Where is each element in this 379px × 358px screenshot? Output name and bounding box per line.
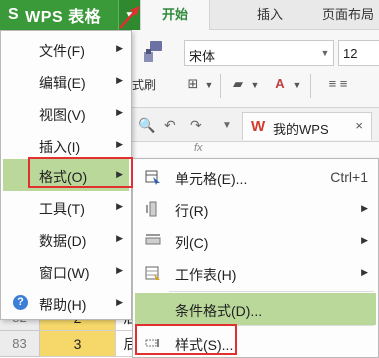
cell-format-icon [145, 170, 160, 185]
font-color-icon[interactable]: A [270, 76, 290, 94]
submenu-arrow-icon: ▶ [116, 265, 123, 275]
menu-item-window[interactable]: 窗口(W) ▶ [3, 255, 129, 287]
undo-icon[interactable]: ↶ [164, 117, 176, 134]
annotation-arrow-icon [119, 6, 140, 29]
fill-dropdown-icon[interactable]: ▼ [250, 80, 260, 98]
submenu-item-column[interactable]: 列(C) ▶ [135, 225, 376, 257]
font-color-dropdown-icon[interactable]: ▼ [292, 80, 302, 98]
ribbon-separator [220, 74, 221, 98]
submenu-item-cells[interactable]: 单元格(E)... Ctrl+1 [135, 161, 376, 193]
tab-insert[interactable]: 插入 [240, 0, 300, 30]
redo-icon[interactable]: ↷ [190, 117, 202, 134]
quick-access-toolbar: 🔍 ↶ ↷ ▼ W 我的WPS × [132, 108, 379, 142]
format-painter-icon[interactable] [140, 38, 166, 64]
formula-bar: fx [132, 142, 379, 158]
format-painter-label[interactable]: 式刷 [132, 76, 156, 93]
menu-item-help[interactable]: ? 帮助(H) ▶ [3, 287, 129, 319]
submenu-arrow-icon: ▶ [361, 203, 368, 213]
tab-my-wps-label: 我的WPS [273, 122, 329, 137]
submenu-item-worksheet[interactable]: 工作表(H) ▶ [135, 257, 376, 289]
row-icon [146, 201, 157, 217]
ribbon-separator [310, 74, 311, 98]
ribbon-tabs: 开始 插入 页面布局 [140, 0, 379, 30]
menu-item-tools[interactable]: 工具(T) ▶ [3, 191, 129, 223]
customize-dropdown-icon[interactable]: ▼ [222, 120, 232, 131]
tab-my-wps[interactable]: W 我的WPS × [242, 112, 372, 140]
submenu-arrow-icon: ▶ [116, 75, 123, 85]
submenu-arrow-icon: ▶ [116, 297, 123, 307]
font-size-select[interactable]: 12 [338, 40, 379, 66]
app-title: WPS 表格 [25, 9, 102, 26]
submenu-arrow-icon: ▶ [361, 267, 368, 277]
submenu-arrow-icon: ▶ [361, 235, 368, 245]
annotation-box-format [28, 157, 133, 188]
wps-w-icon: W [251, 118, 266, 135]
wps-logo-icon: S [8, 6, 20, 23]
row-header-83[interactable]: 83 [0, 331, 40, 357]
help-icon: ? [13, 295, 28, 310]
annotation-box-style [135, 324, 237, 355]
submenu-arrow-icon: ▶ [116, 43, 123, 53]
menu-item-file[interactable]: 文件(F) ▶ [3, 33, 129, 65]
shortcut-label: Ctrl+1 [330, 169, 368, 185]
menu-item-view[interactable]: 视图(V) ▶ [3, 97, 129, 129]
tab-page-layout[interactable]: 页面布局 [308, 0, 379, 30]
menu-item-edit[interactable]: 编辑(E) ▶ [3, 65, 129, 97]
ribbon-panel: 式刷 宋体 ▼ 12 ⊞ ▼ ▰ ▼ A ▼ ≡ ≡ [132, 30, 379, 108]
print-preview-icon[interactable]: 🔍 [138, 117, 155, 134]
menu-item-data[interactable]: 数据(D) ▶ [3, 223, 129, 255]
submenu-arrow-icon: ▶ [116, 201, 123, 211]
font-name-select[interactable]: 宋体 ▼ [184, 40, 334, 66]
close-tab-icon[interactable]: × [355, 118, 363, 133]
submenu-item-conditional-format[interactable]: 条件格式(D)... [135, 293, 376, 325]
submenu-arrow-icon: ▶ [116, 139, 123, 149]
submenu-arrow-icon: ▶ [116, 233, 123, 243]
align-icon[interactable]: ≡ ≡ [318, 76, 358, 94]
borders-dropdown-icon[interactable]: ▼ [204, 80, 214, 98]
fill-color-icon[interactable]: ▰ [228, 76, 248, 94]
font-dropdown-arrow-icon[interactable]: ▼ [317, 41, 333, 65]
tab-home[interactable]: 开始 [140, 0, 210, 30]
submenu-item-row[interactable]: 行(R) ▶ [135, 193, 376, 225]
borders-icon[interactable]: ⊞ [184, 76, 202, 94]
fx-icon[interactable]: fx [194, 142, 203, 154]
menu-separator [169, 291, 374, 292]
column-icon [145, 234, 161, 245]
table-cell[interactable]: 3 [40, 331, 116, 357]
submenu-arrow-icon: ▶ [116, 107, 123, 117]
worksheet-icon [145, 266, 160, 280]
